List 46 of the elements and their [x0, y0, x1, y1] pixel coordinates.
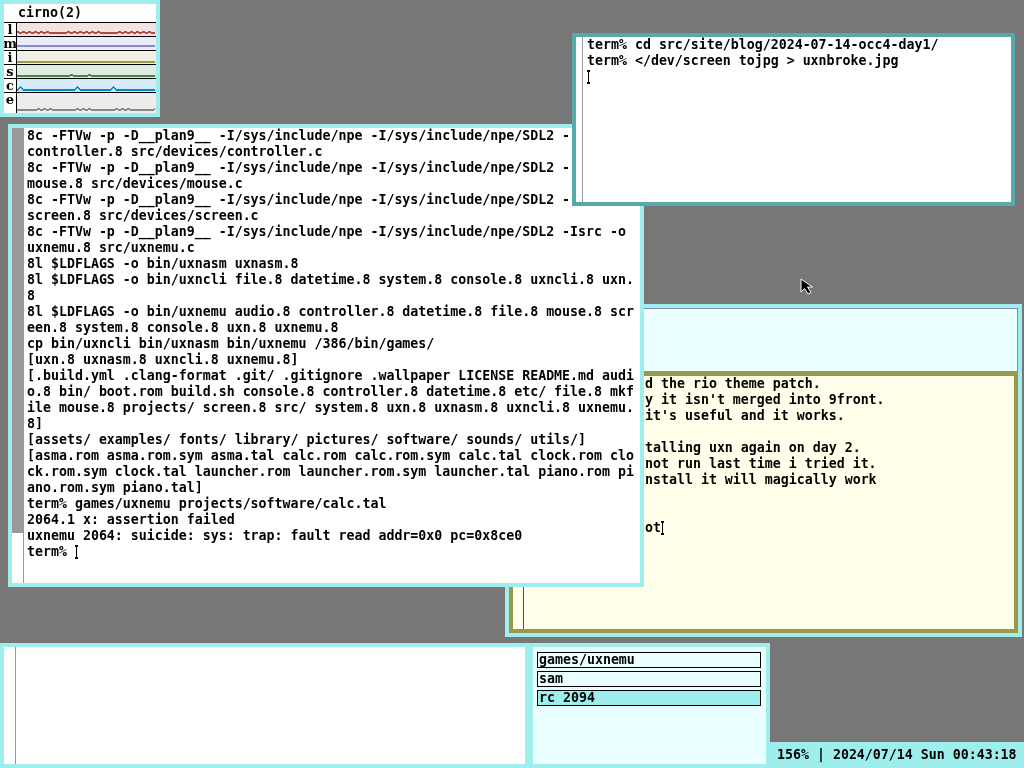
terminal-line: 8c -FTVw -p -D__plan9__ -I/sys/include/npe -I/sys/include/npe/SDL2 -	[27, 128, 571, 144]
terminal-line: term% </dev/screen tojpg > uxnbroke.jpg	[587, 53, 899, 69]
window-list-item[interactable]: games/uxnemu	[537, 652, 761, 668]
terminal-line: cp bin/uxncli bin/uxnasm bin/uxnemu /386/bin/games/	[27, 336, 435, 352]
graph-label: l	[7, 23, 13, 36]
terminal-line: 8c -FTVw -p -D__plan9__ -I/sys/include/npe -I/sys/include/npe/SDL2 -	[27, 160, 571, 176]
scrollbar[interactable]	[12, 128, 24, 583]
window-list-item[interactable]: sam	[537, 671, 761, 687]
terminal-line: ano.rom.sym piano.tal]	[27, 480, 203, 496]
graph-label: e	[5, 93, 15, 106]
terminal-line: term%	[27, 544, 68, 560]
terminal-line: 8l $LDFLAGS -o bin/uxncli file.8 datetime.8 system.8 console.8 uxncli.8 uxn.	[27, 272, 634, 288]
terminal-line: uxnemu.8 src/uxnemu.c	[27, 240, 195, 256]
text-line: not run last time i tried it.	[645, 456, 877, 472]
text-line: talling uxn again on day 2.	[645, 440, 861, 456]
command-pane[interactable]	[644, 308, 1018, 372]
terminal-line: 8	[27, 288, 35, 304]
terminal-line: 8l $LDFLAGS -o bin/uxnasm uxnasm.8	[27, 256, 299, 272]
graph-label: s	[6, 65, 14, 78]
window-list-item[interactable]: rc 2094	[537, 690, 761, 706]
graph-label: i	[7, 51, 13, 64]
terminal-window[interactable]: term% cd src/site/blog/2024-07-14-occ4-day1/ term% </dev/screen tojpg > uxnbroke.jpg	[572, 33, 1015, 206]
terminal-line: term% cd src/site/blog/2024-07-14-occ4-day1/	[587, 37, 939, 53]
graph-label: c	[6, 79, 14, 92]
terminal-line: [uxn.8 uxnasm.8 uxncli.8 uxnemu.8]	[27, 352, 299, 368]
terminal-line: screen.8 src/devices/screen.c	[27, 208, 259, 224]
graph-label: m	[4, 37, 17, 50]
terminal-line: term% games/uxnemu projects/software/calc.tal	[27, 496, 387, 512]
text-line: it's useful and it works.	[645, 408, 845, 424]
scrollbar-thumb[interactable]	[12, 532, 23, 583]
terminal-line: een.8 system.8 console.8 uxn.8 uxnemu.8	[27, 320, 339, 336]
mouse-pointer-icon	[800, 278, 816, 295]
host-label: cirno(2)	[18, 5, 82, 21]
text-line: nstall it will magically work	[645, 472, 877, 488]
text-line: d the rio theme patch.	[645, 376, 821, 392]
text-line: y it isn't merged into 9front.	[645, 392, 885, 408]
terminal-line: 8c -FTVw -p -D__plan9__ -I/sys/include/npe -I/sys/include/npe/SDL2 -Isrc -o	[27, 224, 626, 240]
terminal-line: 8l $LDFLAGS -o bin/uxnemu audio.8 controller.8 datetime.8 file.8 mouse.8 scr	[27, 304, 634, 320]
terminal-line: 8c -FTVw -p -D__plan9__ -I/sys/include/npe -I/sys/include/npe/SDL2 -	[27, 192, 571, 208]
terminal-line: controller.8 src/devices/controller.c	[27, 144, 323, 160]
terminal-line: mouse.8 src/devices/mouse.c	[27, 176, 243, 192]
terminal-window[interactable]	[8, 124, 644, 587]
text-line: ot	[645, 520, 661, 536]
status-text: 156% | 2024/07/14 Sun 00:43:18	[777, 747, 1017, 763]
terminal-line: 8]	[27, 416, 43, 432]
terminal-line: 2064.1 x: assertion failed	[27, 512, 235, 528]
